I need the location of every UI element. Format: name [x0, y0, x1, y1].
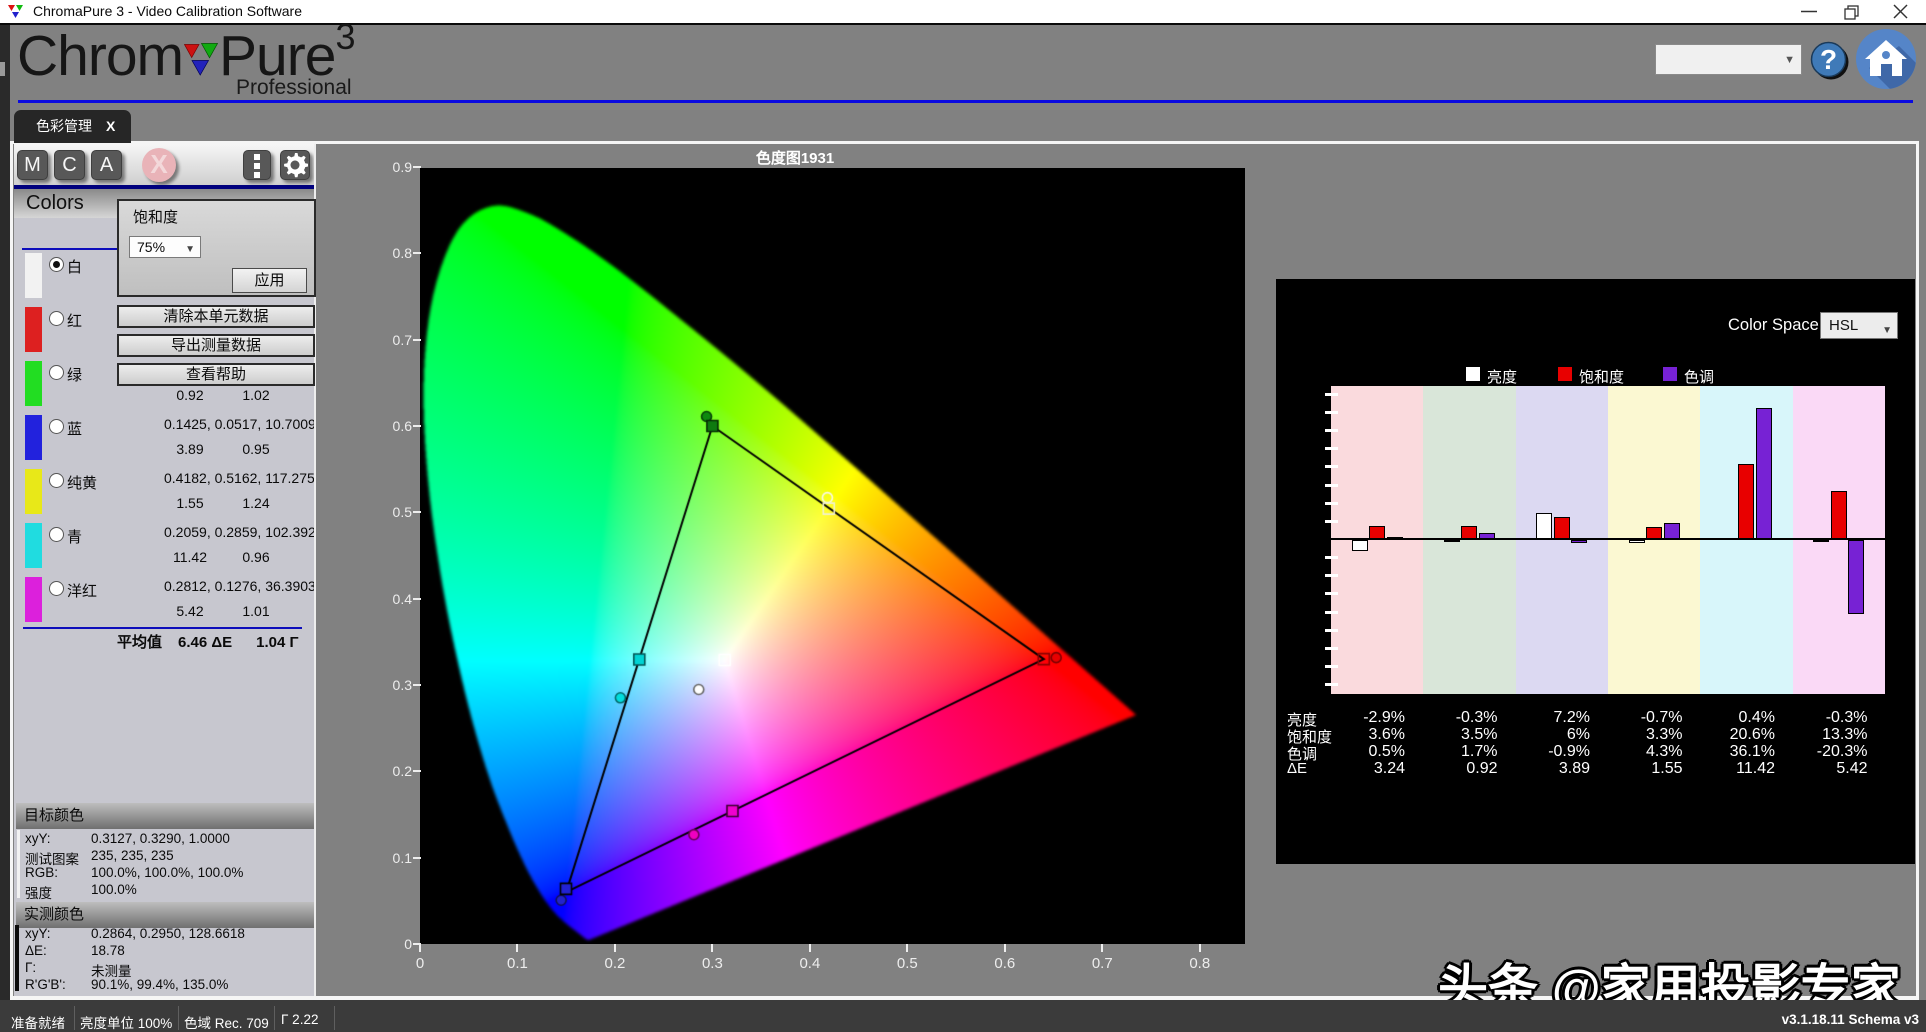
svg-text:?: ? [1820, 44, 1837, 75]
